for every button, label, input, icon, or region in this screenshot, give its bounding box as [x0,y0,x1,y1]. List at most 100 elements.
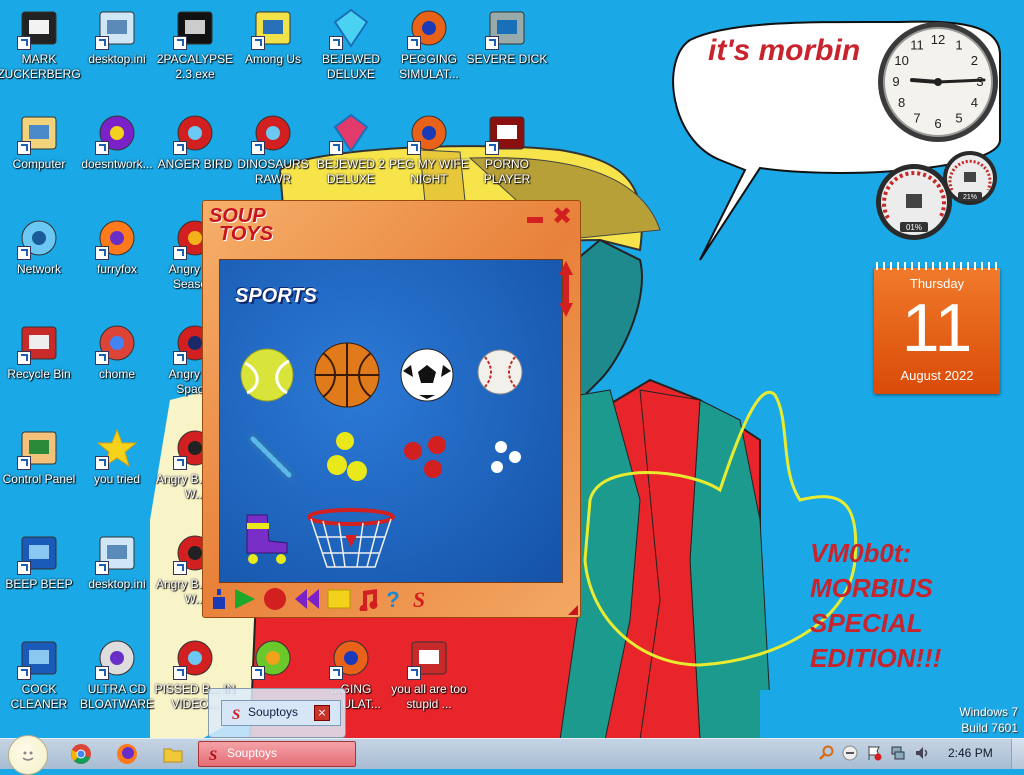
clock-numeral: 7 [913,110,920,125]
desktop-icon-label: SEVERE DICK [466,52,548,66]
shortcut-arrow-icon [173,351,187,365]
clock-gadget[interactable]: 121234567891011 [876,20,1000,144]
calendar-gadget[interactable]: Thursday 11 August 2022 [874,262,1000,394]
desktop-icon[interactable]: furryfox [78,216,156,316]
taskbar-preview[interactable]: S Souptoys × [208,688,346,738]
svg-text:S: S [209,748,217,762]
chrome-icon[interactable] [70,743,92,765]
star-icon [95,428,138,470]
rollerskate-icon[interactable] [237,507,297,567]
desktop-icon[interactable]: ANGER BIRD [156,111,234,211]
desktop-icon[interactable]: ULTRA CD BLOATWARE [78,636,156,736]
download-icon[interactable] [207,587,231,611]
desktop-icon[interactable]: doesntwork... [78,111,156,211]
desktop-icon[interactable]: you all are too stupid ... [390,636,468,736]
shortcut-arrow-icon [173,456,187,470]
desktop-icon[interactable]: COCK CLEANER [0,636,78,736]
desktop-icon-label: chome [98,367,136,381]
desktop-icon[interactable]: Control Panel [0,426,78,526]
note-icon[interactable] [357,587,381,611]
close-button[interactable]: ✖ [551,204,573,228]
gear-sd-icon [485,8,527,50]
cpu-meter-gadget[interactable]: 01% 21% [874,148,1000,242]
desktop-icon[interactable]: Recycle Bin [0,321,78,421]
white-balls-icon[interactable] [481,431,541,491]
show-desktop-button[interactable] [1011,739,1024,769]
play-icon[interactable] [233,587,257,611]
desktop-icon-label: you all are too stupid ... [391,682,467,711]
desktop-icon-label: Among Us [244,52,302,66]
desktop-icon[interactable]: PEGGING SIMULAT... [390,6,468,106]
smiley-icon [22,751,34,761]
messenger-icon[interactable] [842,745,858,761]
shortcut-arrow-icon [95,141,109,155]
network-icon[interactable] [890,745,906,761]
blue-book-icon [17,533,59,575]
desktop-icon[interactable]: Network [0,216,78,316]
desktop-icon[interactable]: MARK ZUCKERBERG [0,6,81,106]
desktop-icon-label: PEG MY WIFE NIGHT [389,157,469,186]
angry-bird-icon [173,638,215,680]
desktop-icon-label: BEEP BEEP [5,577,73,591]
desktop-icon[interactable]: desktop.ini [78,6,156,106]
desktop-icon[interactable]: 2PACALYPSE 2.3.exe [156,6,234,106]
resize-grip[interactable] [568,605,578,615]
minimize-button[interactable] [527,217,543,223]
desktop-icon[interactable]: SEVERE DICK [467,6,547,106]
basketball-icon[interactable] [313,341,381,409]
folder-icon[interactable] [162,743,184,765]
cd-icon [95,638,137,680]
shortcut-arrow-icon [485,36,499,50]
desktop-icon[interactable]: BEJEWED DELUXE [312,6,390,106]
scroll-arrows[interactable] [559,261,573,317]
desktop-icon[interactable]: you tried [78,426,156,526]
shortcut-arrow-icon [95,666,109,680]
desktop-icon[interactable]: DINOSAURS RAWR [234,111,312,211]
start-button[interactable] [8,735,48,775]
preview-item[interactable]: S Souptoys × [221,700,341,726]
desktop-icon[interactable]: BEJEWED 2 DELUXE [312,111,390,211]
soup-logo-icon[interactable]: S [407,587,431,611]
clock-numeral: 5 [955,110,962,125]
flag-icon[interactable] [866,745,882,761]
desktop-icon[interactable]: chome [78,321,156,421]
shortcut-arrow-icon [173,246,187,260]
settings-file-icon [95,533,137,575]
desktop-icon-label: Recycle Bin [7,367,71,381]
taskbar-button-souptoys[interactable]: S Souptoys [198,741,356,767]
red-balls-icon[interactable] [399,429,459,489]
svg-text:?: ? [386,587,399,611]
basketball-hoop-icon[interactable] [305,507,397,573]
desktop-icon[interactable]: BEEP BEEP [0,531,78,631]
rewind-icon[interactable] [295,587,319,611]
stop-icon[interactable] [327,587,351,611]
desktop-icon[interactable]: Computer [0,111,78,211]
tennis-ball-icon[interactable] [237,343,297,403]
control-panel-icon [17,428,59,470]
help-icon[interactable]: ? [381,587,405,611]
desktop-icon[interactable]: PORNO PLAYER [468,111,546,211]
dumbbell-icon[interactable] [243,429,299,485]
calendar-month-year: August 2022 [900,368,974,383]
soccer-ball-icon[interactable] [397,343,457,403]
preview-close-button[interactable]: × [314,705,330,721]
clock-numeral: 2 [971,53,978,68]
desktop-icon[interactable]: desktop.ini [78,531,156,631]
clock-numeral: 11 [910,38,924,53]
souptoys-window[interactable]: SOUP TOYS ✖ SPORTS ? S [202,200,581,618]
svg-text:S: S [413,587,425,611]
shortcut-arrow-icon [251,141,265,155]
system-clock[interactable]: 2:46 PM [948,746,993,760]
firefox-icon[interactable] [116,743,138,765]
signature-line-3: SPECIAL [810,608,923,638]
volume-icon[interactable] [914,745,930,761]
yellow-balls-icon[interactable] [323,427,383,487]
shortcut-arrow-icon [329,666,343,680]
desktop-icon[interactable]: PEG MY WIFE NIGHT [389,111,469,211]
shortcut-arrow-icon [251,36,265,50]
search-icon[interactable] [818,745,834,761]
baseball-icon[interactable] [475,347,525,397]
wallpaper-signature: VM0b0t: MORBIUS SPECIAL EDITION!!! [810,536,941,676]
record-icon[interactable] [263,587,287,611]
desktop-icon[interactable]: Among Us [234,6,312,106]
